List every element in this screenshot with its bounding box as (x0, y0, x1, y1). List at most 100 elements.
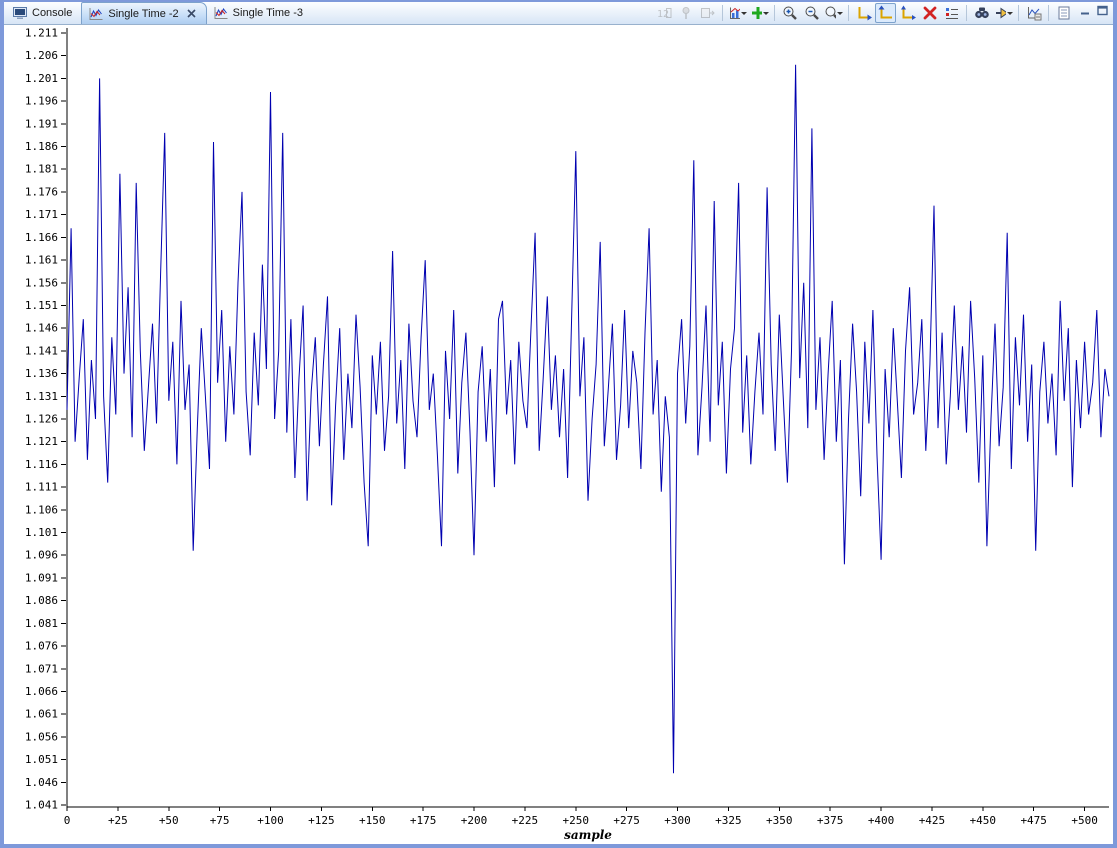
reset-view-icon[interactable] (897, 3, 918, 23)
legend-icon[interactable] (941, 3, 962, 23)
y-tick-label: 1.076 (25, 640, 58, 653)
graph-icon (213, 5, 229, 21)
autoscale-y-icon[interactable] (875, 3, 896, 23)
y-tick-label: 1.051 (25, 753, 58, 766)
dropdown-arrow-icon[interactable] (741, 11, 747, 15)
x-tick-label: +375 (817, 814, 844, 827)
export-data-icon[interactable] (697, 3, 718, 23)
y-tick-label: 1.176 (25, 185, 58, 198)
y-tick-label: 1.171 (25, 208, 58, 221)
zoom-mode-icon[interactable] (823, 3, 844, 23)
tab-console[interactable]: Console (6, 2, 81, 24)
zoom-in-icon[interactable] (779, 3, 800, 23)
goto-address-icon[interactable] (993, 3, 1014, 23)
y-tick-label: 1.201 (25, 72, 58, 85)
y-tick-label: 1.106 (25, 503, 58, 516)
x-tick-label: +325 (715, 814, 742, 827)
view-menu-icon[interactable] (1053, 3, 1074, 23)
y-tick-label: 1.191 (25, 117, 58, 130)
y-tick-label: 1.136 (25, 367, 58, 380)
display-format-icon[interactable]: 12 (653, 3, 674, 23)
tab-label: Single Time -3 (232, 7, 303, 19)
toolbar-separator (774, 5, 775, 21)
x-tick-label: +150 (359, 814, 386, 827)
y-tick-label: 1.091 (25, 571, 58, 584)
tab-single-time-3[interactable]: Single Time -3 (207, 2, 312, 24)
close-tab-icon[interactable] (186, 8, 197, 19)
zoom-out-icon[interactable] (801, 3, 822, 23)
x-tick-label: +300 (664, 814, 691, 827)
y-tick-label: 1.166 (25, 231, 58, 244)
graph-view[interactable]: 1.211 1.206 1.201 1.196 1.191 1.186 1.181 1.176… (4, 26, 1113, 844)
y-tick-label: 1.096 (25, 549, 58, 562)
console-icon (12, 5, 28, 21)
y-tick-label: 1.066 (25, 685, 58, 698)
toolbar-separator (1018, 5, 1019, 21)
tab-label: Console (32, 7, 73, 19)
y-tick-label: 1.186 (25, 140, 58, 153)
x-tick-label: +175 (410, 814, 437, 827)
add-graph-icon[interactable] (749, 3, 770, 23)
x-tick-label: +350 (766, 814, 793, 827)
pin-graph-icon[interactable] (675, 3, 696, 23)
y-tick-label: 1.116 (25, 458, 58, 471)
time-plot-canvas[interactable]: 1.211 1.206 1.201 1.196 1.191 1.186 1.181 1.176… (4, 26, 1113, 846)
y-tick-label: 1.156 (25, 276, 58, 289)
y-tick-label: 1.211 (25, 27, 58, 40)
toolbar-separator (848, 5, 849, 21)
svg-text:12: 12 (657, 9, 669, 20)
y-tick-label: 1.151 (25, 299, 58, 312)
x-tick-label: +50 (159, 814, 179, 827)
x-tick-label: +225 (512, 814, 539, 827)
y-tick-label: 1.101 (25, 526, 58, 539)
y-tick-label: 1.111 (25, 481, 58, 494)
search-icon[interactable] (971, 3, 992, 23)
dropdown-arrow-icon[interactable] (763, 11, 769, 15)
dropdown-arrow-icon[interactable] (1007, 11, 1013, 15)
y-tick-label: 1.161 (25, 254, 58, 267)
y-tick-label: 1.071 (25, 662, 58, 675)
graph-window: Console Single Time -2 Single Time -3 12 (0, 0, 1117, 848)
y-tick-label: 1.141 (25, 344, 58, 357)
toolbar-separator (722, 5, 723, 21)
x-tick-label: +75 (210, 814, 230, 827)
toolbar-separator (1048, 5, 1049, 21)
clear-graph-icon[interactable] (919, 3, 940, 23)
y-tick-label: 1.056 (25, 730, 58, 743)
x-tick-label: +100 (257, 814, 284, 827)
toolbar-separator (966, 5, 967, 21)
x-tick-label: +475 (1020, 814, 1047, 827)
tab-single-time-2[interactable]: Single Time -2 (81, 2, 207, 24)
maximize-button[interactable] (1096, 4, 1110, 17)
x-tick-label: +425 (919, 814, 946, 827)
tab-label: Single Time -2 (108, 7, 179, 20)
x-tick-label: +25 (108, 814, 128, 827)
graph-properties-icon[interactable] (1023, 3, 1044, 23)
x-tick-label: +400 (868, 814, 895, 827)
autoscale-x-icon[interactable] (853, 3, 874, 23)
y-tick-label: 1.181 (25, 163, 58, 176)
y-tick-label: 1.126 (25, 413, 58, 426)
y-tick-label: 1.081 (25, 617, 58, 630)
x-tick-label: +250 (563, 814, 590, 827)
x-tick-label: +275 (613, 814, 640, 827)
y-tick-label: 1.196 (25, 95, 58, 108)
graph-toolbar: 12 (653, 2, 1077, 24)
y-tick-label: 1.121 (25, 435, 58, 448)
x-axis-title: sample (564, 828, 612, 842)
graph-type-icon[interactable] (727, 3, 748, 23)
x-tick-label: +200 (461, 814, 488, 827)
dropdown-arrow-icon[interactable] (837, 11, 843, 15)
y-tick-label: 1.041 (25, 799, 58, 812)
y-tick-label: 1.061 (25, 708, 58, 721)
x-tick-label: +500 (1071, 814, 1098, 827)
y-tick-label: 1.146 (25, 322, 58, 335)
y-tick-label: 1.131 (25, 390, 58, 403)
minimize-button[interactable] (1079, 4, 1093, 17)
y-tick-label: 1.086 (25, 594, 58, 607)
graph-icon (88, 6, 104, 22)
view-window-buttons (1077, 2, 1113, 24)
x-tick-label: +450 (970, 814, 997, 827)
x-tick-label: +125 (308, 814, 335, 827)
view-tab-bar: Console Single Time -2 Single Time -3 12 (4, 2, 1113, 25)
